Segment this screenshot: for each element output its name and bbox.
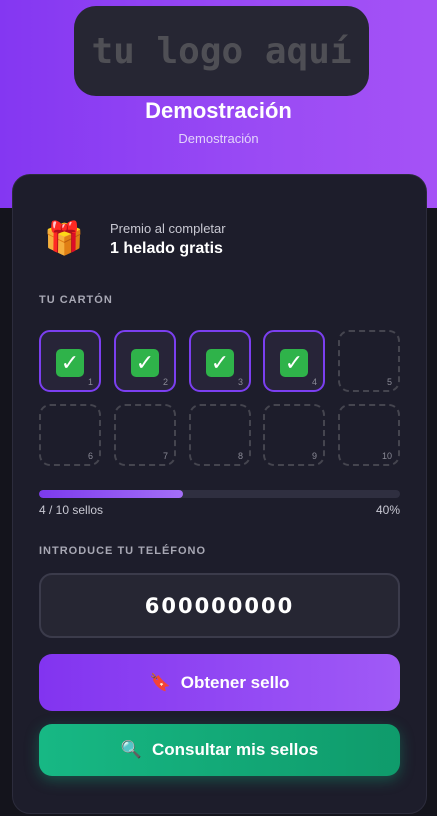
stamp-number: 3 — [237, 377, 243, 387]
gift-icon: 🎁 — [44, 220, 84, 256]
stamp-slot: ✓ 4 — [263, 330, 325, 392]
stamp-number: 6 — [87, 451, 93, 461]
progress-fill — [39, 490, 184, 498]
stamp-slot: 5 — [338, 330, 400, 392]
phone-label: INTRODUCE TU TELÉFONO — [39, 545, 207, 557]
check-stamps-label: Consultar mis sellos — [151, 740, 319, 759]
check-stamps-button[interactable]: 🔍 Consultar mis sellos — [39, 724, 400, 776]
stamp-slot: 8 — [189, 404, 251, 466]
stamp-number: 4 — [311, 377, 317, 387]
stamp-slot: ✓ 3 — [189, 330, 251, 392]
page: tu logo aquí Demostración Demostración 🎁… — [0, 0, 437, 816]
phone-input[interactable] — [39, 573, 400, 638]
card-section-label: TU CARTÓN — [39, 294, 113, 306]
stamp-slot: 10 — [338, 404, 400, 466]
check-mark-glyph: ✓ — [131, 349, 159, 377]
stamp-slot: 6 — [39, 404, 101, 466]
stamp-slot: ✓ 2 — [114, 330, 176, 392]
check-mark-icon: ✓ — [41, 346, 99, 377]
check-mark-glyph: ✓ — [280, 349, 308, 377]
progress-percent: 40% — [375, 503, 400, 517]
stamp-slot: 7 — [114, 404, 176, 466]
magnifier-icon: 🔍 — [120, 740, 142, 759]
stamp-number: 8 — [237, 451, 243, 461]
bookmark-icon: 🔖 — [149, 672, 171, 692]
stamp-slot: 9 — [263, 404, 325, 466]
stamp-grid: ✓ 1 ✓ 2 ✓ 3 ✓ 4 5 6 7 8 9 10 — [39, 330, 400, 467]
prize-value: 1 helado gratis — [110, 240, 223, 257]
business-subtitle: Demostración — [178, 131, 259, 146]
get-stamp-label: Obtener sello — [180, 672, 290, 692]
check-mark-glyph: ✓ — [206, 349, 234, 377]
get-stamp-button[interactable]: 🔖 Obtener sello — [39, 654, 400, 711]
check-mark-glyph: ✓ — [56, 349, 84, 377]
stamp-number: 9 — [311, 451, 317, 461]
logo-text: tu logo aquí — [91, 30, 352, 72]
progress-count: 4 / 10 sellos — [39, 503, 104, 517]
logo: tu logo aquí — [74, 6, 369, 96]
stamp-number: 2 — [162, 377, 168, 387]
stamp-number: 5 — [386, 377, 392, 387]
check-mark-icon: ✓ — [191, 346, 249, 377]
stamp-number: 7 — [162, 451, 168, 461]
stamp-slot: ✓ 1 — [39, 330, 101, 392]
progress-bar — [39, 490, 400, 498]
prize-label: Premio al completar — [110, 221, 226, 236]
check-mark-icon: ✓ — [116, 346, 174, 377]
stamp-number: 1 — [87, 377, 93, 387]
stamp-number: 10 — [381, 451, 392, 461]
business-name: Demostración — [145, 98, 292, 123]
check-mark-icon: ✓ — [265, 346, 323, 377]
